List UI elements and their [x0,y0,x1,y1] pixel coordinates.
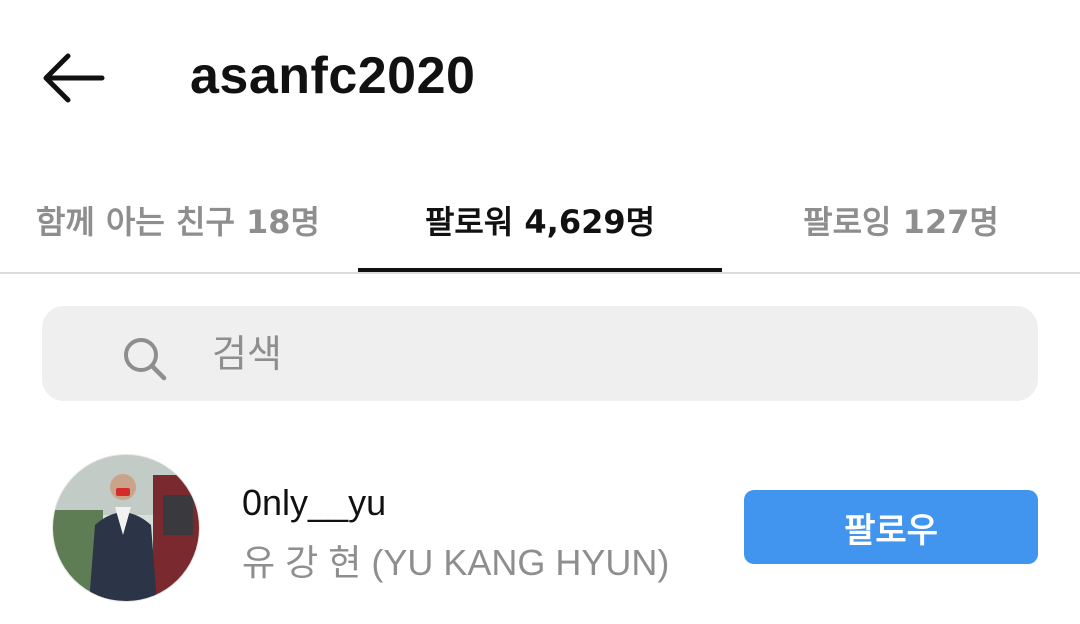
tab-following[interactable]: 팔로잉 127명 [722,168,1080,272]
tab-mutual-friends[interactable]: 함께 아는 친구 18명 [0,168,356,272]
follow-tabs: 함께 아는 친구 18명 팔로워 4,629명 팔로잉 127명 [0,168,1080,274]
top-bar: asanfc2020 [0,0,1080,150]
search-bar[interactable] [42,306,1038,401]
full-name: 유 강 현 (YU KANG HYUN) [242,542,670,583]
search-icon [124,338,167,381]
username[interactable]: 0nly__yu [242,482,386,524]
back-button[interactable] [38,48,108,108]
search-input[interactable] [172,306,1012,401]
list-item[interactable]: 0nly__yu 유 강 현 (YU KANG HYUN) 팔로우 [0,448,1080,608]
tab-followers[interactable]: 팔로워 4,629명 [358,168,722,272]
follow-button[interactable]: 팔로우 [744,490,1038,564]
active-tab-indicator [358,268,722,272]
page-title: asanfc2020 [190,47,476,105]
profile-photo [53,455,199,601]
arrow-left-icon [43,53,105,103]
avatar[interactable] [52,454,200,602]
